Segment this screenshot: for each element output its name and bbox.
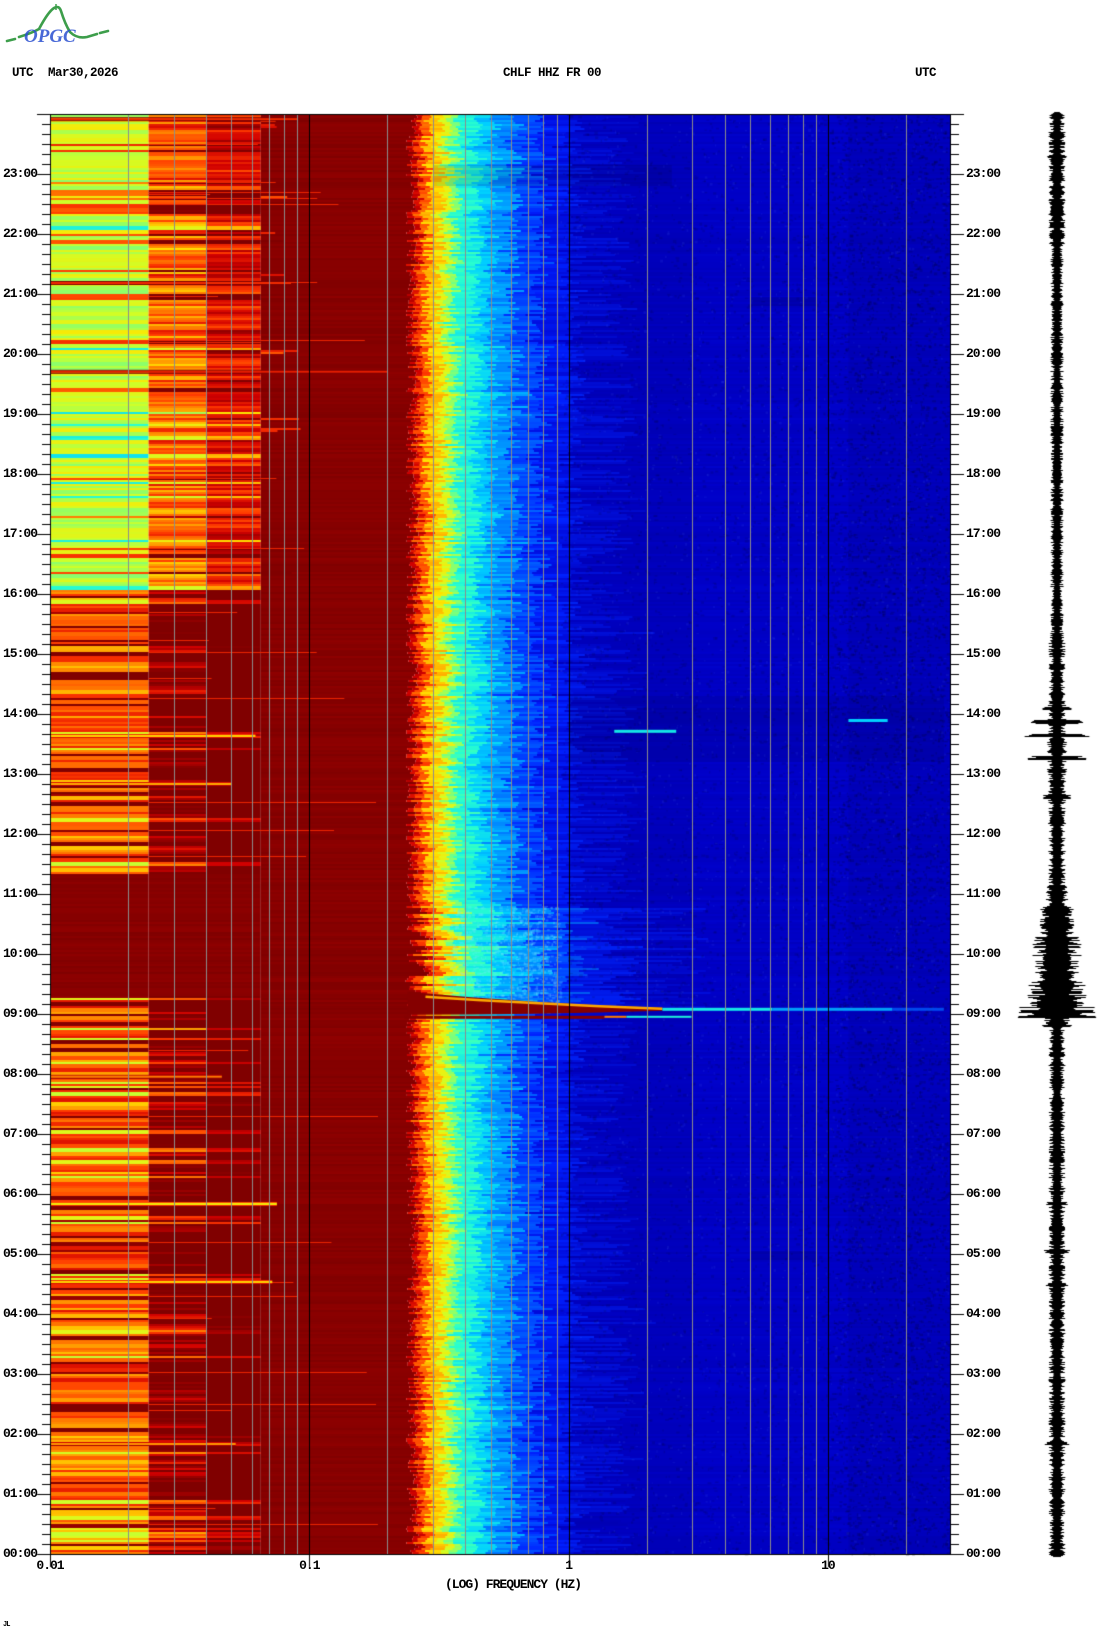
y-axis-hour-label-right: 13:00: [966, 767, 1000, 781]
y-axis-hour-label-left: 02:00: [0, 1427, 37, 1441]
y-axis-hour-label-left: 19:00: [0, 407, 37, 421]
y-axis-hour-label-right: 23:00: [966, 167, 1000, 181]
y-axis-hour-label-left: 04:00: [0, 1307, 37, 1321]
corner-mark: JL: [3, 1618, 9, 1632]
y-axis-hour-label-right: 00:00: [966, 1547, 1000, 1561]
y-axis-hour-label-left: 10:00: [0, 947, 37, 961]
page-title: CHLF HHZ FR 00: [402, 66, 702, 80]
y-axis-hour-label-right: 14:00: [966, 707, 1000, 721]
header-tz-left: UTC: [12, 66, 33, 80]
x-axis-title: (LOG) FREQUENCY (HZ): [343, 1578, 683, 1592]
y-axis-hour-label-left: 09:00: [0, 1007, 37, 1021]
y-axis-hour-label-right: 17:00: [966, 527, 1000, 541]
y-axis-hour-label-right: 12:00: [966, 827, 1000, 841]
y-axis-hour-label-left: 15:00: [0, 647, 37, 661]
y-axis-hour-label-left: 13:00: [0, 767, 37, 781]
x-axis-tick-label: 0.1: [279, 1559, 339, 1573]
x-axis-tick-label: 0.01: [20, 1559, 80, 1573]
y-axis-hour-label-right: 15:00: [966, 647, 1000, 661]
y-axis-hour-label-left: 18:00: [0, 467, 37, 481]
y-axis-hour-label-left: 03:00: [0, 1367, 37, 1381]
y-axis-hour-label-right: 06:00: [966, 1187, 1000, 1201]
spectrogram-page: OPGC UTC Mar30,2026 CHLF HHZ FR 00 UTC 0…: [0, 0, 1102, 1634]
y-axis-hour-label-left: 12:00: [0, 827, 37, 841]
y-axis-hour-label-left: 01:00: [0, 1487, 37, 1501]
x-axis-tick-label: 1: [539, 1559, 599, 1573]
y-axis-hour-label-right: 11:00: [966, 887, 1000, 901]
y-axis-hour-label-right: 02:00: [966, 1427, 1000, 1441]
y-axis-hour-label-right: 07:00: [966, 1127, 1000, 1141]
y-axis-hour-label-left: 08:00: [0, 1067, 37, 1081]
y-axis-hour-label-right: 08:00: [966, 1067, 1000, 1081]
y-axis-hour-label-right: 18:00: [966, 467, 1000, 481]
y-axis-hour-label-right: 21:00: [966, 287, 1000, 301]
y-axis-hour-label-left: 07:00: [0, 1127, 37, 1141]
y-axis-hour-label-left: 16:00: [0, 587, 37, 601]
opgc-logo: OPGC: [4, 2, 116, 50]
y-axis-hour-label-left: 22:00: [0, 227, 37, 241]
y-axis-hour-label-right: 22:00: [966, 227, 1000, 241]
y-axis-hour-label-right: 09:00: [966, 1007, 1000, 1021]
y-axis-hour-label-left: 17:00: [0, 527, 37, 541]
y-axis-hour-label-left: 11:00: [0, 887, 37, 901]
header-date: Mar30,2026: [48, 66, 118, 80]
header-tz-right: UTC: [915, 66, 936, 80]
y-axis-hour-label-left: 21:00: [0, 287, 37, 301]
y-axis-hour-label-right: 10:00: [966, 947, 1000, 961]
y-axis-hour-label-right: 03:00: [966, 1367, 1000, 1381]
spectrogram-canvas: [0, 0, 1102, 1634]
y-axis-hour-label-right: 19:00: [966, 407, 1000, 421]
logo-text: OPGC: [24, 26, 76, 47]
y-axis-hour-label-right: 04:00: [966, 1307, 1000, 1321]
y-axis-hour-label-right: 16:00: [966, 587, 1000, 601]
y-axis-hour-label-left: 06:00: [0, 1187, 37, 1201]
y-axis-hour-label-left: 20:00: [0, 347, 37, 361]
x-axis-tick-label: 10: [798, 1559, 858, 1573]
y-axis-hour-label-right: 20:00: [966, 347, 1000, 361]
y-axis-hour-label-right: 05:00: [966, 1247, 1000, 1261]
y-axis-hour-label-left: 23:00: [0, 167, 37, 181]
y-axis-hour-label-left: 05:00: [0, 1247, 37, 1261]
y-axis-hour-label-left: 14:00: [0, 707, 37, 721]
y-axis-hour-label-right: 01:00: [966, 1487, 1000, 1501]
